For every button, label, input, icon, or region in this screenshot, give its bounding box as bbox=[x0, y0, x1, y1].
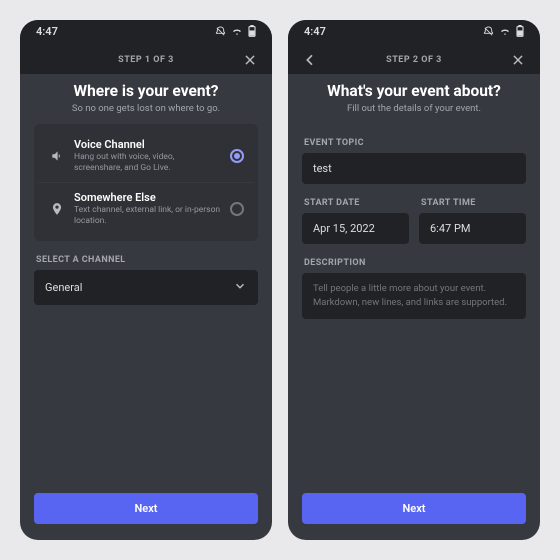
start-time-value: 6:47 PM bbox=[430, 222, 470, 235]
wifi-icon bbox=[499, 26, 511, 36]
location-options: Voice Channel Hang out with voice, video… bbox=[34, 124, 258, 241]
start-time-input[interactable]: 6:47 PM bbox=[419, 213, 526, 244]
option-subtitle: Hang out with voice, video, screenshare,… bbox=[74, 152, 222, 174]
close-icon[interactable] bbox=[508, 50, 528, 70]
radio-unselected[interactable] bbox=[230, 202, 244, 216]
option-subtitle: Text channel, external link, or in-perso… bbox=[74, 205, 222, 227]
radio-selected[interactable] bbox=[230, 149, 244, 163]
page-subtitle: Fill out the details of your event. bbox=[308, 103, 520, 114]
channel-label: SELECT A CHANNEL bbox=[36, 255, 256, 265]
start-date-value: Apr 15, 2022 bbox=[313, 222, 375, 235]
option-title: Somewhere Else bbox=[74, 191, 222, 204]
dnd-icon bbox=[215, 26, 226, 37]
start-time-label: START TIME bbox=[421, 198, 524, 208]
chevron-down-icon bbox=[233, 279, 247, 296]
close-icon[interactable] bbox=[240, 50, 260, 70]
topic-input[interactable]: test bbox=[302, 153, 526, 184]
status-icons bbox=[483, 25, 524, 37]
speaker-icon bbox=[48, 149, 66, 163]
step-indicator: STEP 1 OF 3 bbox=[52, 55, 240, 65]
status-icons bbox=[215, 25, 256, 37]
description-placeholder: Tell people a little more about your eve… bbox=[313, 283, 507, 308]
battery-icon bbox=[248, 25, 256, 37]
topic-label: EVENT TOPIC bbox=[304, 138, 524, 148]
wifi-icon bbox=[231, 26, 243, 36]
next-button[interactable]: Next bbox=[34, 493, 258, 524]
option-somewhere-else[interactable]: Somewhere Else Text channel, external li… bbox=[38, 182, 254, 235]
dnd-icon bbox=[483, 26, 494, 37]
page-title: Where is your event? bbox=[40, 82, 252, 100]
clock: 4:47 bbox=[304, 25, 326, 38]
channel-value: General bbox=[45, 281, 82, 294]
phone-step2: 4:47 STEP 2 OF 3 What's your event about… bbox=[288, 20, 540, 540]
channel-select[interactable]: General bbox=[34, 270, 258, 305]
clock: 4:47 bbox=[36, 25, 58, 38]
option-voice-channel[interactable]: Voice Channel Hang out with voice, video… bbox=[38, 130, 254, 182]
page-title: What's your event about? bbox=[308, 82, 520, 100]
description-label: DESCRIPTION bbox=[304, 258, 524, 268]
location-pin-icon bbox=[48, 202, 66, 216]
status-bar: 4:47 bbox=[288, 20, 540, 42]
description-input[interactable]: Tell people a little more about your eve… bbox=[302, 273, 526, 319]
top-strip: STEP 2 OF 3 bbox=[288, 42, 540, 74]
battery-icon bbox=[516, 25, 524, 37]
page-subtitle: So no one gets lost on where to go. bbox=[40, 103, 252, 114]
status-bar: 4:47 bbox=[20, 20, 272, 42]
start-date-input[interactable]: Apr 15, 2022 bbox=[302, 213, 409, 244]
next-button-label: Next bbox=[135, 502, 158, 515]
topic-value: test bbox=[313, 162, 332, 175]
start-date-label: START DATE bbox=[304, 198, 407, 208]
step-indicator: STEP 2 OF 3 bbox=[320, 55, 508, 65]
next-button[interactable]: Next bbox=[302, 493, 526, 524]
phone-step1: 4:47 STEP 1 OF 3 Where is your event? So… bbox=[20, 20, 272, 540]
back-icon[interactable] bbox=[300, 50, 320, 70]
top-strip: STEP 1 OF 3 bbox=[20, 42, 272, 74]
option-title: Voice Channel bbox=[74, 138, 222, 151]
next-button-label: Next bbox=[403, 502, 426, 515]
